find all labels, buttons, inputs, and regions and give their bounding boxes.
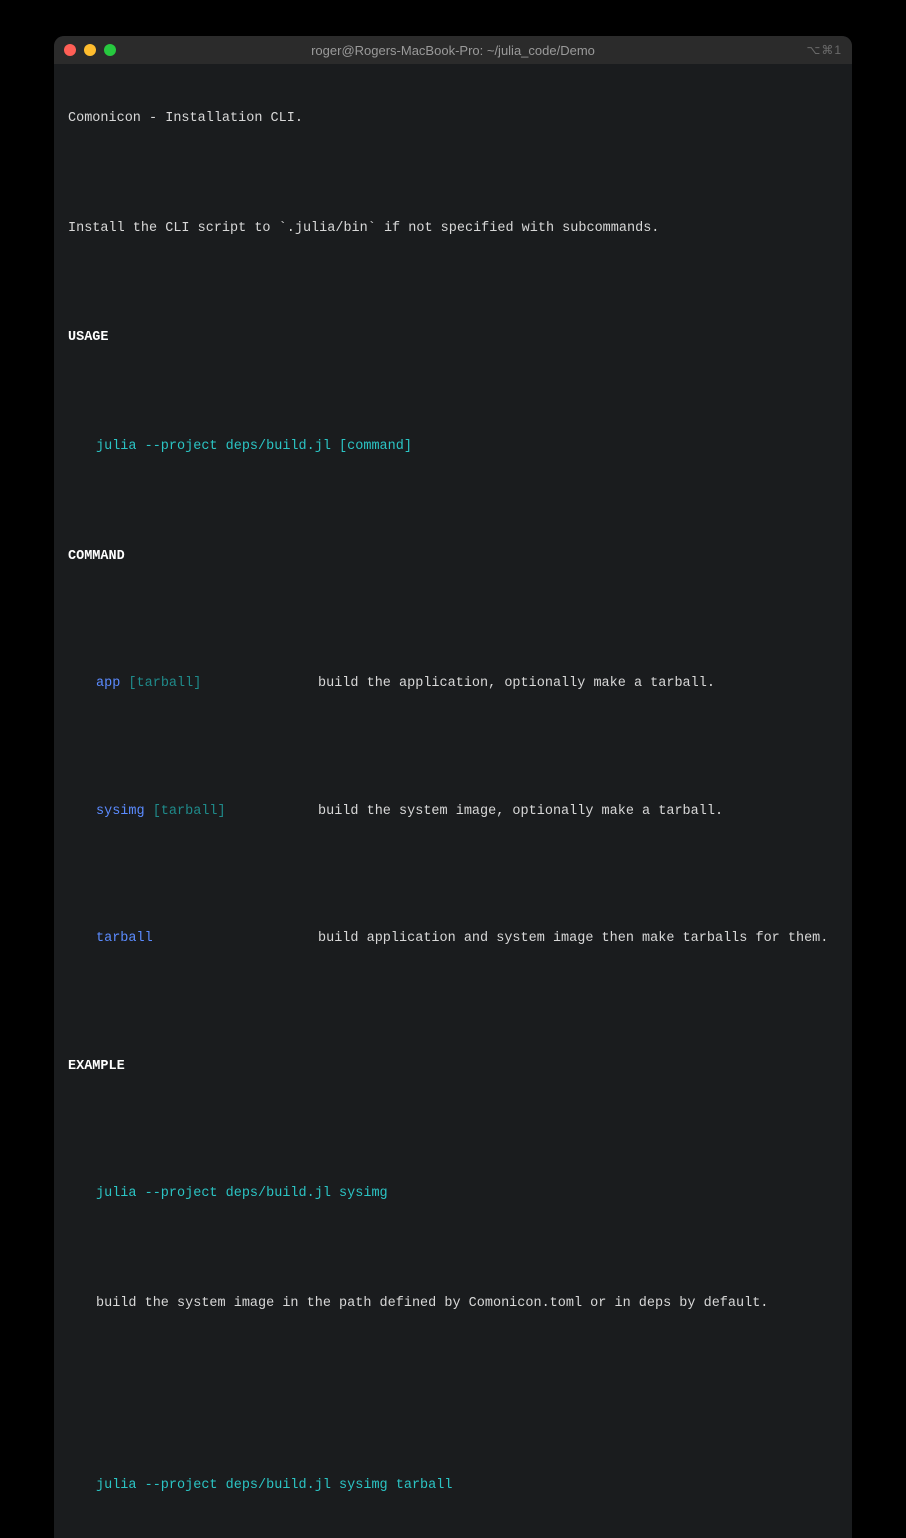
- cli-install-line: Install the CLI script to `.julia/bin` i…: [68, 220, 838, 238]
- close-icon[interactable]: [64, 44, 76, 56]
- command-name: tarball: [96, 931, 153, 946]
- maximize-icon[interactable]: [104, 44, 116, 56]
- minimize-icon[interactable]: [84, 44, 96, 56]
- command-desc: build the application, optionally make a…: [318, 675, 838, 693]
- terminal-window: roger@Rogers-MacBook-Pro: ~/julia_code/D…: [54, 36, 852, 1538]
- command-row: sysimg [tarball] build the system image,…: [68, 803, 838, 821]
- titlebar[interactable]: roger@Rogers-MacBook-Pro: ~/julia_code/D…: [54, 36, 852, 64]
- tab-indicator: ⌥⌘1: [806, 43, 842, 57]
- command-desc: build application and system image then …: [318, 930, 838, 948]
- usage-command: julia --project deps/build.jl [command]: [68, 438, 838, 456]
- usage-heading: USAGE: [68, 329, 838, 347]
- terminal-body[interactable]: Comonicon - Installation CLI. Install th…: [54, 64, 852, 1538]
- command-arg: [tarball]: [120, 676, 201, 691]
- window-title: roger@Rogers-MacBook-Pro: ~/julia_code/D…: [54, 43, 852, 58]
- command-name: app: [96, 676, 120, 691]
- command-row: app [tarball] build the application, opt…: [68, 675, 838, 693]
- command-arg: [tarball]: [145, 804, 226, 819]
- example-desc: build the system image in the path defin…: [68, 1295, 838, 1313]
- command-heading: COMMAND: [68, 548, 838, 566]
- example-heading: EXAMPLE: [68, 1058, 838, 1076]
- command-desc: build the system image, optionally make …: [318, 803, 838, 821]
- example-cmd: julia --project deps/build.jl sysimg: [68, 1185, 838, 1203]
- cli-header: Comonicon - Installation CLI.: [68, 110, 838, 128]
- traffic-lights: [64, 44, 116, 56]
- command-name: sysimg: [96, 804, 145, 819]
- example-cmd: julia --project deps/build.jl sysimg tar…: [68, 1477, 838, 1495]
- command-row: tarball build application and system ima…: [68, 930, 838, 948]
